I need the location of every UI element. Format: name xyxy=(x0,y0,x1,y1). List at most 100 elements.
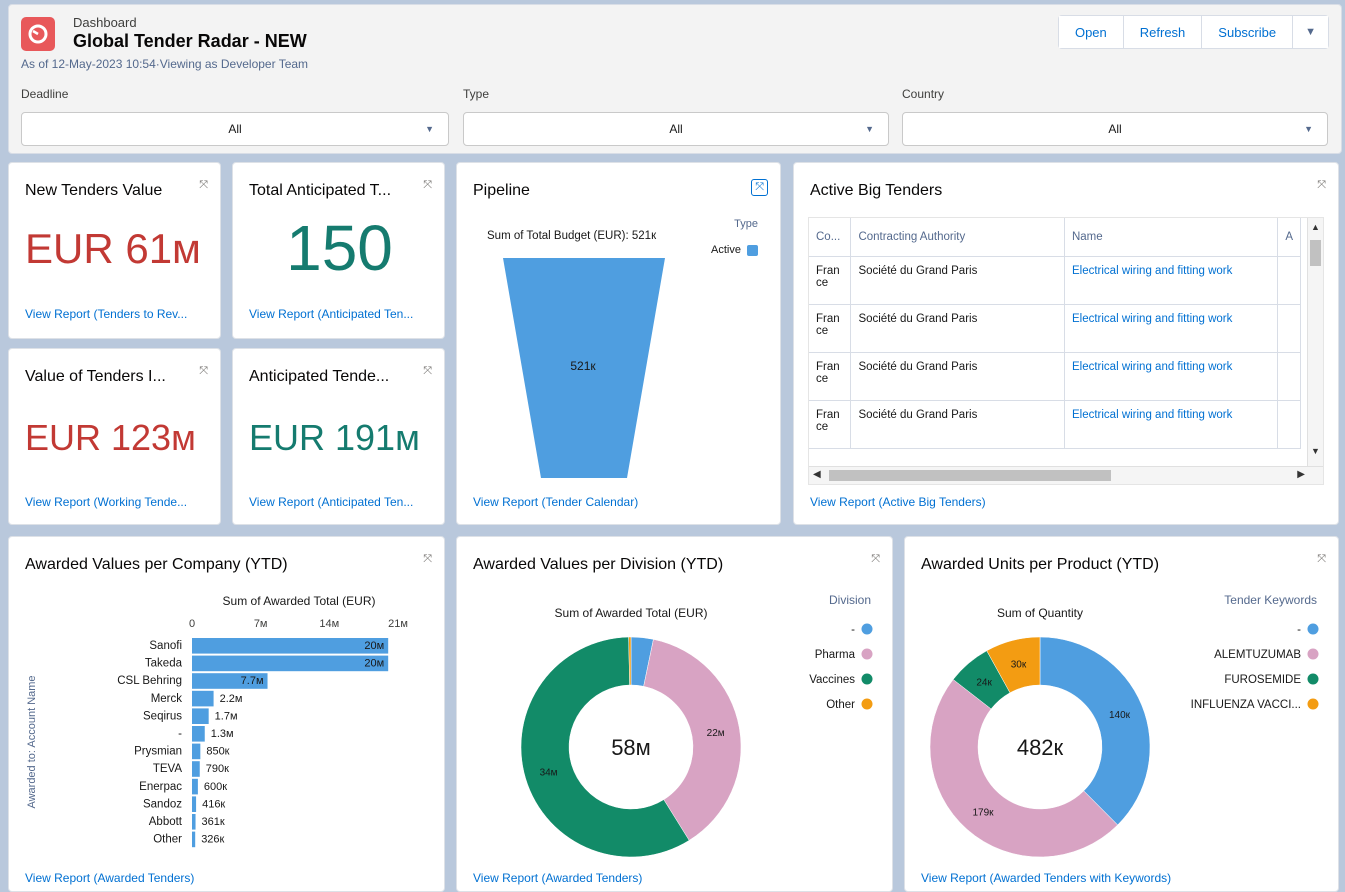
as-of-text: As of 12-May-2023 10:54·Viewing as Devel… xyxy=(21,57,309,71)
chevron-left-icon[interactable]: ◀ xyxy=(813,469,821,480)
funnel-label: 521к xyxy=(570,359,596,373)
view-report-link[interactable]: View Report (Anticipated Ten... xyxy=(249,495,413,509)
cell-name-link[interactable]: Electrical wiring and fitting work xyxy=(1064,304,1279,353)
filter-label-deadline: Deadline xyxy=(21,87,69,101)
x-tick-label: 0 xyxy=(189,618,195,630)
column-header[interactable]: Name xyxy=(1064,218,1279,257)
scrollbar-thumb[interactable] xyxy=(829,470,1111,481)
division-donut-chart: Sum of Awarded Total (EUR) 22м 34м 58м Divis… xyxy=(520,593,873,858)
bar-value-label: 2.2м xyxy=(220,693,243,705)
bar[interactable] xyxy=(192,761,200,777)
bar-value-label: 361к xyxy=(202,816,225,828)
view-report-link[interactable]: View Report (Tenders to Rev... xyxy=(25,307,187,321)
bar[interactable] xyxy=(192,743,201,760)
chevron-down-icon[interactable]: ▼ xyxy=(1311,446,1320,456)
metric-value: 150 xyxy=(286,212,393,284)
chart-title: Sum of Quantity xyxy=(997,606,1083,620)
bar[interactable] xyxy=(192,690,214,707)
expand-icon[interactable]: ⤧ xyxy=(751,179,768,196)
bar[interactable] xyxy=(192,831,196,848)
cell-empty xyxy=(1277,352,1301,401)
view-report-link[interactable]: View Report (Anticipated Ten... xyxy=(249,307,413,321)
donut-slice[interactable] xyxy=(1039,636,1151,826)
big-tenders-table: Co... Contracting Authority Name A Franc… xyxy=(809,218,1301,449)
view-report-link[interactable]: View Report (Tender Calendar) xyxy=(473,495,638,509)
legend-label: - xyxy=(851,624,855,636)
view-report-link[interactable]: View Report (Awarded Tenders) xyxy=(25,871,194,885)
view-report-link[interactable]: View Report (Awarded Tenders) xyxy=(473,871,642,885)
cell-name-link[interactable]: Electrical wiring and fitting work xyxy=(1064,256,1279,305)
slice-label: 24к xyxy=(976,678,992,689)
open-button[interactable]: Open xyxy=(1058,16,1124,48)
filter-select-country[interactable]: All ▼ xyxy=(902,112,1328,146)
expand-icon[interactable]: ⤧ xyxy=(423,365,432,378)
view-report-link[interactable]: View Report (Awarded Tenders with Keywor… xyxy=(921,871,1171,885)
category-label: Sanofi xyxy=(149,640,182,652)
chevron-down-icon: ▼ xyxy=(425,124,434,134)
view-report-link[interactable]: View Report (Active Big Tenders) xyxy=(810,495,986,509)
metric-value: EUR 61м xyxy=(25,225,201,272)
bar[interactable] xyxy=(192,796,197,812)
vertical-scrollbar[interactable]: ▲ ▼ xyxy=(1307,218,1323,468)
card-title: Total Anticipated T... xyxy=(249,182,392,199)
scrollbar-thumb[interactable] xyxy=(1310,240,1321,266)
cell-name-link[interactable]: Electrical wiring and fitting work xyxy=(1064,400,1279,449)
cell-country: France xyxy=(809,352,852,401)
view-report-link[interactable]: View Report (Working Tende... xyxy=(25,495,187,509)
slice-label: 34м xyxy=(540,768,558,779)
bar[interactable] xyxy=(192,726,205,742)
chart-title: Sum of Awarded Total (EUR) xyxy=(223,594,376,608)
header-button-group: Open Refresh Subscribe ▼ xyxy=(1057,15,1329,49)
cell-empty xyxy=(1277,400,1301,449)
column-header[interactable]: A xyxy=(1277,218,1301,257)
category-label: Abbott xyxy=(149,816,183,828)
expand-icon[interactable]: ⤧ xyxy=(1317,179,1326,192)
column-header[interactable]: Contracting Authority xyxy=(850,218,1065,257)
bar[interactable] xyxy=(192,708,209,724)
legend-swatch xyxy=(861,673,873,685)
expand-icon[interactable]: ⤧ xyxy=(423,553,432,566)
awarded-division-card: Awarded Values per Division (YTD) ⤧ Sum … xyxy=(456,536,893,892)
category-label: Takeda xyxy=(145,658,183,670)
metric-value: EUR 123м xyxy=(25,417,196,458)
total-anticipated-card: Total Anticipated T... ⤧ 150 View Report… xyxy=(232,162,445,339)
legend-label: Pharma xyxy=(815,649,856,661)
bar[interactable] xyxy=(192,638,389,654)
bar[interactable] xyxy=(192,814,196,830)
slice-label: 140к xyxy=(1109,710,1131,721)
chevron-down-icon: ▼ xyxy=(1305,26,1316,38)
legend-swatch xyxy=(1307,623,1319,635)
card-title: New Tenders Value xyxy=(25,182,163,199)
category-label: Other xyxy=(153,834,182,846)
more-actions-button[interactable]: ▼ xyxy=(1293,16,1328,48)
card-title: Awarded Values per Company (YTD) xyxy=(25,556,288,573)
bar-value-label: 326к xyxy=(201,834,224,846)
cell-name-link[interactable]: Electrical wiring and fitting work xyxy=(1064,352,1279,401)
company-bar-chart: Sum of Awarded Total (EUR) 0 7м 14м 21м Award… xyxy=(26,594,408,848)
expand-icon[interactable]: ⤧ xyxy=(199,179,208,192)
cell-country: France xyxy=(809,400,852,449)
cell-authority: Société du Grand Paris xyxy=(850,304,1065,353)
card-title: Anticipated Tende... xyxy=(249,368,390,385)
legend-label: Other xyxy=(826,699,855,711)
bar[interactable] xyxy=(192,778,198,795)
filter-select-deadline[interactable]: All ▼ xyxy=(21,112,449,146)
filter-value: All xyxy=(669,122,683,136)
chevron-up-icon[interactable]: ▲ xyxy=(1311,222,1320,232)
bar-value-label: 416к xyxy=(202,798,225,810)
legend-title: Tender Keywords xyxy=(1224,593,1317,607)
big-tenders-table-container: Co... Contracting Authority Name A Franc… xyxy=(808,217,1324,485)
chevron-right-icon[interactable]: ▶ xyxy=(1297,469,1305,480)
expand-icon[interactable]: ⤧ xyxy=(423,179,432,192)
column-header[interactable]: Co... xyxy=(809,218,852,257)
filter-select-type[interactable]: All ▼ xyxy=(463,112,889,146)
filter-label-type: Type xyxy=(463,87,490,101)
page-title: Global Tender Radar - NEW xyxy=(73,31,307,51)
horizontal-scrollbar[interactable]: ◀ ▶ xyxy=(809,466,1323,484)
refresh-button[interactable]: Refresh xyxy=(1123,16,1203,48)
x-tick-label: 14м xyxy=(319,618,339,630)
subscribe-button[interactable]: Subscribe xyxy=(1202,16,1294,48)
expand-icon[interactable]: ⤧ xyxy=(199,365,208,378)
legend-label: ALEMTUZUMAB xyxy=(1214,649,1301,661)
bar[interactable] xyxy=(192,655,389,672)
